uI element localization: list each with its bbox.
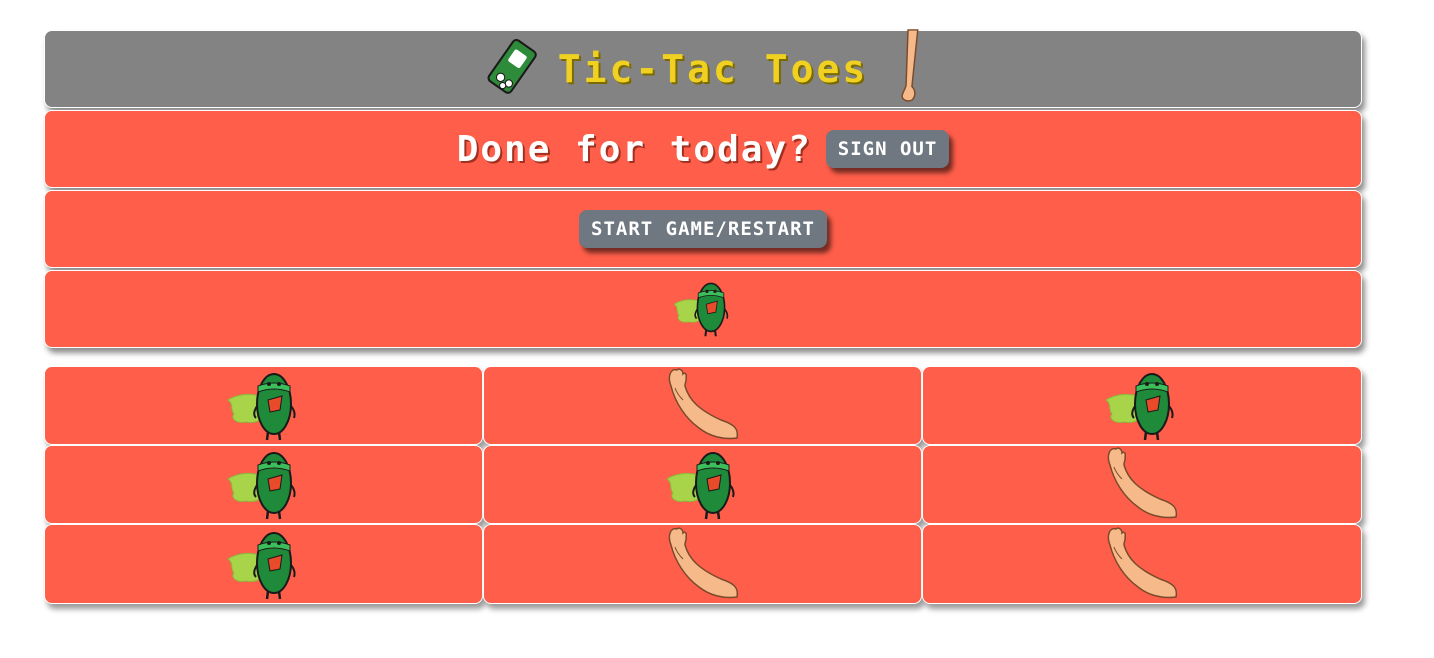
- board-cell-0-2[interactable]: [922, 366, 1362, 445]
- current-turn-bar: [44, 270, 1362, 348]
- tictac-piece-icon: [224, 525, 304, 604]
- sign-out-button[interactable]: SIGN OUT: [825, 130, 950, 168]
- board-cell-1-2[interactable]: [922, 445, 1362, 524]
- tictac-box-icon: [482, 36, 544, 102]
- current-player-tictac-icon: [670, 277, 736, 341]
- tictac-piece-icon: [663, 445, 743, 524]
- tictac-piece-icon: [1102, 366, 1182, 445]
- foot-piece-icon: [663, 525, 743, 604]
- board-cell-2-1[interactable]: [483, 524, 922, 604]
- board-cell-0-0[interactable]: [44, 366, 483, 445]
- done-prompt: Done for today?: [456, 128, 812, 170]
- board-cell-0-1[interactable]: [483, 366, 922, 445]
- app-title: Tic-Tac Toes: [557, 47, 869, 91]
- app-header: Tic-Tac Toes: [44, 30, 1362, 108]
- board-cell-1-1[interactable]: [483, 445, 922, 524]
- foot-piece-icon: [663, 366, 743, 445]
- board-cell-2-0[interactable]: [44, 524, 483, 604]
- foot-icon: [894, 28, 924, 110]
- foot-piece-icon: [1102, 445, 1182, 524]
- game-board: [44, 366, 1362, 604]
- start-game-button[interactable]: START GAME/RESTART: [579, 210, 827, 248]
- controls-bar: START GAME/RESTART: [44, 190, 1362, 268]
- account-bar: Done for today? SIGN OUT: [44, 110, 1362, 188]
- board-cell-2-2[interactable]: [922, 524, 1362, 604]
- app-container: Tic-Tac Toes Done for today? SIGN OUT ST…: [44, 30, 1362, 348]
- board-cell-1-0[interactable]: [44, 445, 483, 524]
- tictac-piece-icon: [224, 445, 304, 524]
- foot-piece-icon: [1102, 525, 1182, 604]
- tictac-piece-icon: [224, 366, 304, 445]
